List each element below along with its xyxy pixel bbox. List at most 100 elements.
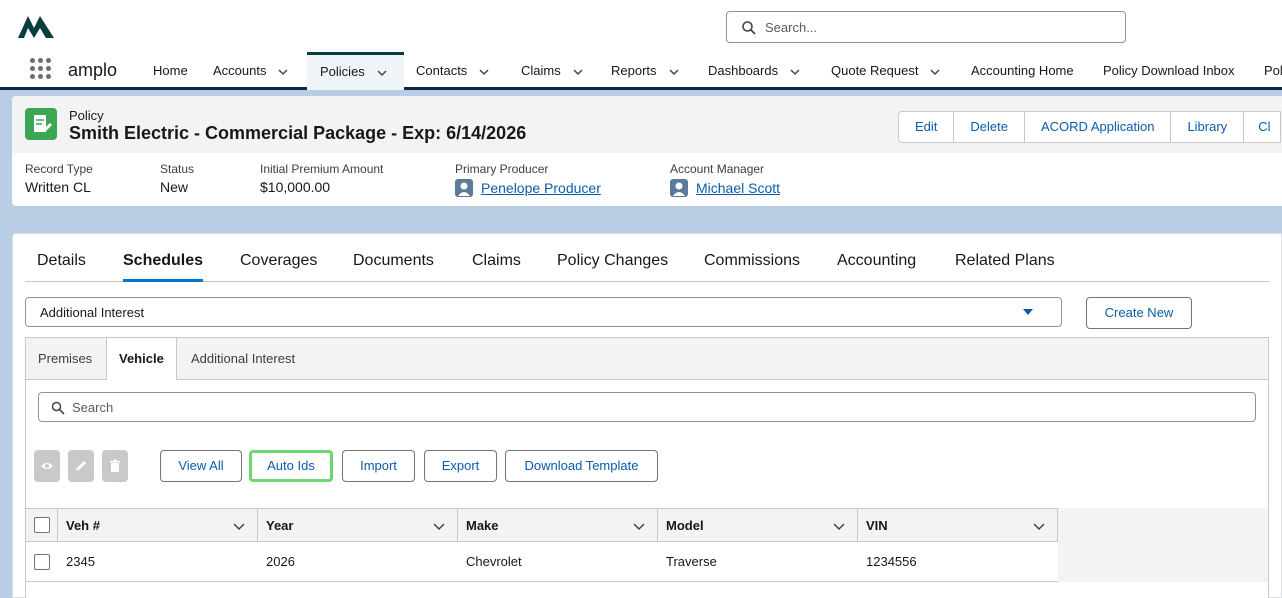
tab-coverages[interactable]: Coverages [240, 252, 317, 282]
table-empty-area [1058, 508, 1268, 582]
record-object-type: Policy [69, 108, 104, 123]
field-status: Status New [160, 162, 194, 195]
column-label: Make [466, 517, 499, 533]
tab-commissions[interactable]: Commissions [704, 252, 800, 282]
primary-producer-link[interactable]: Penelope Producer [455, 179, 601, 197]
nav-item-accounts[interactable]: Accounts [213, 52, 289, 90]
dropdown-caret-icon[interactable] [1023, 309, 1033, 315]
nav-item-quote-request[interactable]: Quote Request [831, 52, 940, 90]
record-detail-card: Details Schedules Coverages Documents Cl… [12, 233, 1282, 598]
chevron-down-icon[interactable] [479, 67, 489, 77]
field-label: Primary Producer [455, 162, 549, 176]
tab-related-plans[interactable]: Related Plans [955, 252, 1055, 282]
amplo-logo-icon[interactable] [16, 12, 56, 40]
schedule-type-select[interactable]: Additional Interest [25, 297, 1062, 327]
tab-claims[interactable]: Claims [472, 252, 521, 282]
create-new-button[interactable]: Create New [1086, 297, 1192, 329]
overflow-action-button[interactable]: Cl [1243, 111, 1282, 143]
row-checkbox[interactable] [34, 553, 50, 570]
chevron-down-icon[interactable] [233, 520, 245, 532]
subtab-premises[interactable]: Premises [26, 338, 104, 380]
schedule-type-value: Additional Interest [40, 305, 145, 320]
column-header-veh[interactable]: Veh # [58, 509, 258, 541]
delete-record-button[interactable] [102, 450, 128, 482]
chevron-down-icon[interactable] [633, 520, 645, 532]
field-value: Written CL [25, 179, 91, 195]
chevron-down-icon[interactable] [790, 67, 800, 77]
cell-make: Chevrolet [466, 554, 522, 569]
chevron-down-icon[interactable] [833, 520, 845, 532]
column-header-year[interactable]: Year [258, 509, 458, 541]
vehicle-table: Veh # Year Make Model VIN 2345 2026 Chev… [26, 508, 1058, 582]
chevron-down-icon[interactable] [930, 67, 940, 77]
field-label: Record Type [25, 162, 93, 176]
global-search-placeholder: Search... [765, 20, 818, 35]
policy-record-icon [25, 108, 57, 140]
column-header-model[interactable]: Model [658, 509, 858, 541]
nav-item-home[interactable]: Home [153, 52, 188, 90]
nav-item-contacts[interactable]: Contacts [416, 52, 489, 90]
table-row[interactable]: 2345 2026 Chevrolet Traverse 1234556 [26, 542, 1058, 582]
tab-policy-changes[interactable]: Policy Changes [557, 252, 668, 282]
nav-label: Accounting Home [971, 63, 1074, 78]
nav-item-dashboards[interactable]: Dashboards [708, 52, 800, 90]
nav-item-policy-download-inbox[interactable]: Policy Download Inbox [1103, 52, 1235, 90]
account-manager-name[interactable]: Michael Scott [696, 180, 780, 196]
subtab-vehicle[interactable]: Vehicle [106, 338, 177, 381]
app-nav-bar: amplo Home Accounts Policies Contacts Cl… [0, 52, 1282, 90]
chevron-down-icon[interactable] [278, 67, 289, 77]
tab-accounting[interactable]: Accounting [837, 252, 916, 282]
record-header: Policy Smith Electric - Commercial Packa… [12, 96, 1282, 206]
field-value: $10,000.00 [260, 179, 331, 195]
tab-details[interactable]: Details [37, 252, 86, 282]
table-header-row: Veh # Year Make Model VIN [26, 508, 1058, 542]
nav-item-accounting-home[interactable]: Accounting Home [971, 52, 1074, 90]
export-button[interactable]: Export [424, 450, 497, 482]
nav-label: Contacts [416, 63, 468, 78]
download-template-button[interactable]: Download Template [505, 450, 658, 482]
tab-documents[interactable]: Documents [353, 252, 434, 282]
nav-item-policies[interactable]: Policies [307, 52, 404, 90]
chevron-down-icon[interactable] [433, 520, 445, 532]
auto-ids-button[interactable]: Auto Ids [249, 450, 333, 482]
tab-schedules[interactable]: Schedules [123, 252, 204, 282]
column-header-vin[interactable]: VIN [858, 509, 1058, 541]
field-initial-premium: Initial Premium Amount $10,000.00 [260, 162, 383, 195]
user-avatar-icon [670, 179, 688, 197]
record-header-top: Policy Smith Electric - Commercial Packa… [12, 96, 1282, 153]
account-manager-link[interactable]: Michael Scott [670, 179, 780, 197]
nav-item-overflow[interactable]: Pol [1264, 52, 1282, 90]
record-action-buttons: Edit Delete ACORD Application Library Cl [898, 111, 1282, 143]
field-account-manager: Account Manager Michael Scott [670, 162, 780, 197]
view-all-button[interactable]: View All [160, 450, 242, 482]
acord-application-button[interactable]: ACORD Application [1023, 111, 1172, 143]
view-record-button[interactable] [34, 450, 60, 482]
select-all-checkbox[interactable] [33, 517, 50, 533]
schedule-search-input[interactable]: Search [38, 392, 1256, 422]
edit-record-button[interactable] [68, 450, 94, 482]
nav-label: Pol [1264, 63, 1282, 78]
chevron-down-icon[interactable] [1033, 520, 1045, 532]
chevron-down-icon[interactable] [377, 68, 387, 78]
primary-producer-name[interactable]: Penelope Producer [481, 180, 601, 196]
nav-label: Policies [320, 64, 365, 79]
delete-button[interactable]: Delete [953, 111, 1025, 143]
schedule-search-placeholder: Search [72, 400, 114, 415]
nav-item-claims[interactable]: Claims [521, 52, 583, 90]
column-header-make[interactable]: Make [458, 509, 658, 541]
library-button[interactable]: Library [1170, 111, 1245, 143]
edit-button[interactable]: Edit [898, 111, 955, 143]
nav-label: Claims [521, 63, 561, 78]
chevron-down-icon[interactable] [573, 67, 583, 77]
global-search-input[interactable]: Search... [726, 11, 1126, 43]
app-launcher-icon[interactable] [30, 58, 52, 80]
column-label: Year [266, 517, 294, 533]
column-label: VIN [866, 517, 888, 533]
field-record-type: Record Type Written CL [25, 162, 93, 195]
subtab-additional-interest[interactable]: Additional Interest [179, 338, 307, 380]
nav-item-reports[interactable]: Reports [611, 52, 679, 90]
import-button[interactable]: Import [342, 450, 415, 482]
nav-label: Accounts [213, 63, 267, 78]
chevron-down-icon[interactable] [669, 67, 679, 77]
column-label: Model [666, 517, 704, 533]
